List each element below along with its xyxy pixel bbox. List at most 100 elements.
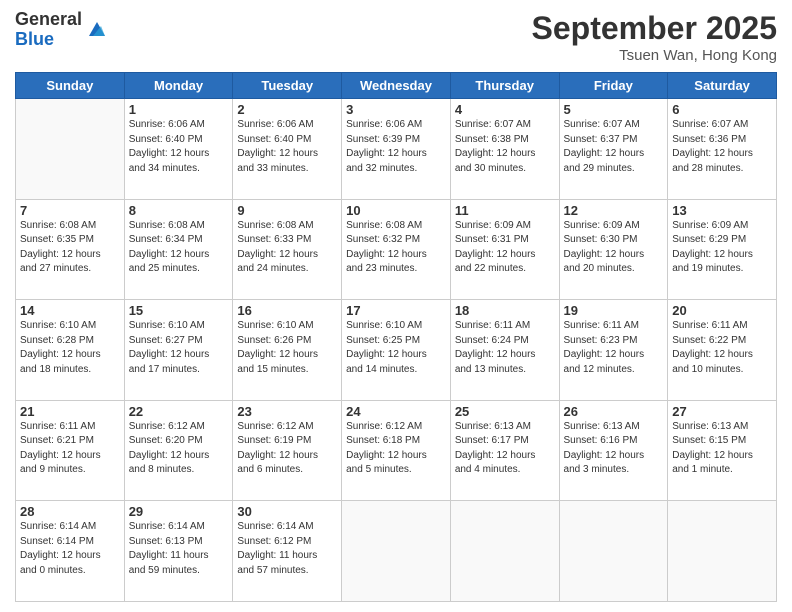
- location: Tsuen Wan, Hong Kong: [532, 47, 777, 64]
- day-number: 21: [20, 404, 120, 419]
- day-header: Thursday: [450, 73, 559, 99]
- calendar-cell: 20Sunrise: 6:11 AM Sunset: 6:22 PM Dayli…: [668, 300, 777, 401]
- day-info: Sunrise: 6:10 AM Sunset: 6:27 PM Dayligh…: [129, 319, 229, 377]
- day-number: 5: [564, 102, 664, 117]
- day-info: Sunrise: 6:07 AM Sunset: 6:38 PM Dayligh…: [455, 118, 555, 176]
- calendar-cell: [668, 501, 777, 602]
- calendar-cell: 15Sunrise: 6:10 AM Sunset: 6:27 PM Dayli…: [124, 300, 233, 401]
- day-info: Sunrise: 6:09 AM Sunset: 6:29 PM Dayligh…: [672, 219, 772, 277]
- day-number: 19: [564, 303, 664, 318]
- day-info: Sunrise: 6:11 AM Sunset: 6:22 PM Dayligh…: [672, 319, 772, 377]
- day-number: 15: [129, 303, 229, 318]
- calendar-cell: 27Sunrise: 6:13 AM Sunset: 6:15 PM Dayli…: [668, 400, 777, 501]
- day-info: Sunrise: 6:08 AM Sunset: 6:35 PM Dayligh…: [20, 219, 120, 277]
- header: General Blue September 2025 Tsuen Wan, H…: [15, 10, 777, 64]
- day-number: 28: [20, 504, 120, 519]
- day-header: Friday: [559, 73, 668, 99]
- day-info: Sunrise: 6:13 AM Sunset: 6:16 PM Dayligh…: [564, 420, 664, 478]
- calendar-cell: 30Sunrise: 6:14 AM Sunset: 6:12 PM Dayli…: [233, 501, 342, 602]
- day-info: Sunrise: 6:10 AM Sunset: 6:28 PM Dayligh…: [20, 319, 120, 377]
- calendar-week-row: 1 Sunrise: 6:06 AM Sunset: 6:40 PM Daylig…: [16, 99, 777, 200]
- calendar-cell: 25Sunrise: 6:13 AM Sunset: 6:17 PM Dayli…: [450, 400, 559, 501]
- day-info: Sunrise: 6:10 AM Sunset: 6:25 PM Dayligh…: [346, 319, 446, 377]
- calendar-table: SundayMondayTuesdayWednesdayThursdayFrid…: [15, 72, 777, 602]
- logo-icon: [85, 18, 109, 42]
- day-number: 23: [237, 404, 337, 419]
- day-number: 16: [237, 303, 337, 318]
- day-number: 18: [455, 303, 555, 318]
- day-number: 12: [564, 203, 664, 218]
- calendar-cell: 22Sunrise: 6:12 AM Sunset: 6:20 PM Dayli…: [124, 400, 233, 501]
- calendar-header-row: SundayMondayTuesdayWednesdayThursdayFrid…: [16, 73, 777, 99]
- day-number: 22: [129, 404, 229, 419]
- calendar-cell: 14Sunrise: 6:10 AM Sunset: 6:28 PM Dayli…: [16, 300, 125, 401]
- logo: General Blue: [15, 10, 109, 50]
- calendar-cell: 26Sunrise: 6:13 AM Sunset: 6:16 PM Dayli…: [559, 400, 668, 501]
- day-info: Sunrise: 6:11 AM Sunset: 6:21 PM Dayligh…: [20, 420, 120, 478]
- day-number: 14: [20, 303, 120, 318]
- day-info: Sunrise: 6:08 AM Sunset: 6:34 PM Dayligh…: [129, 219, 229, 277]
- day-info: Sunrise: 6:10 AM Sunset: 6:26 PM Dayligh…: [237, 319, 337, 377]
- day-number: 30: [237, 504, 337, 519]
- calendar-cell: [559, 501, 668, 602]
- calendar-cell: 8Sunrise: 6:08 AM Sunset: 6:34 PM Daylig…: [124, 199, 233, 300]
- logo-blue: Blue: [15, 30, 82, 50]
- day-info: Sunrise: 6:12 AM Sunset: 6:20 PM Dayligh…: [129, 420, 229, 478]
- calendar-cell: 19Sunrise: 6:11 AM Sunset: 6:23 PM Dayli…: [559, 300, 668, 401]
- day-number: 9: [237, 203, 337, 218]
- calendar-cell: 24Sunrise: 6:12 AM Sunset: 6:18 PM Dayli…: [342, 400, 451, 501]
- calendar-cell: 3Sunrise: 6:06 AM Sunset: 6:39 PM Daylig…: [342, 99, 451, 200]
- calendar-cell: 21Sunrise: 6:11 AM Sunset: 6:21 PM Dayli…: [16, 400, 125, 501]
- day-info: Sunrise: 6:14 AM Sunset: 6:12 PM Dayligh…: [237, 520, 337, 578]
- calendar-week-row: 7Sunrise: 6:08 AM Sunset: 6:35 PM Daylig…: [16, 199, 777, 300]
- day-header: Sunday: [16, 73, 125, 99]
- calendar-cell: 2Sunrise: 6:06 AM Sunset: 6:40 PM Daylig…: [233, 99, 342, 200]
- day-number: 11: [455, 203, 555, 218]
- day-number: 25: [455, 404, 555, 419]
- day-info: Sunrise: 6:14 AM Sunset: 6:14 PM Dayligh…: [20, 520, 120, 578]
- calendar-cell: 12Sunrise: 6:09 AM Sunset: 6:30 PM Dayli…: [559, 199, 668, 300]
- calendar-cell: 18Sunrise: 6:11 AM Sunset: 6:24 PM Dayli…: [450, 300, 559, 401]
- month-title: September 2025: [532, 10, 777, 47]
- day-number: 2: [237, 102, 337, 117]
- day-number: 7: [20, 203, 120, 218]
- calendar-cell: 28Sunrise: 6:14 AM Sunset: 6:14 PM Dayli…: [16, 501, 125, 602]
- day-number: 4: [455, 102, 555, 117]
- day-info: Sunrise: 6:12 AM Sunset: 6:18 PM Dayligh…: [346, 420, 446, 478]
- day-info: Sunrise: 6:13 AM Sunset: 6:17 PM Dayligh…: [455, 420, 555, 478]
- day-header: Wednesday: [342, 73, 451, 99]
- calendar-cell: 4Sunrise: 6:07 AM Sunset: 6:38 PM Daylig…: [450, 99, 559, 200]
- day-number: 10: [346, 203, 446, 218]
- day-info: Sunrise: 6:09 AM Sunset: 6:31 PM Dayligh…: [455, 219, 555, 277]
- calendar-week-row: 28Sunrise: 6:14 AM Sunset: 6:14 PM Dayli…: [16, 501, 777, 602]
- day-info: Sunrise: 6:06 AM Sunset: 6:40 PM Dayligh…: [237, 118, 337, 176]
- calendar-cell: 10Sunrise: 6:08 AM Sunset: 6:32 PM Dayli…: [342, 199, 451, 300]
- calendar-cell: 6Sunrise: 6:07 AM Sunset: 6:36 PM Daylig…: [668, 99, 777, 200]
- calendar-cell: [342, 501, 451, 602]
- day-number: 13: [672, 203, 772, 218]
- calendar-cell: 1Sunrise: 6:06 AM Sunset: 6:40 PM Daylig…: [124, 99, 233, 200]
- calendar-cell: [450, 501, 559, 602]
- title-section: September 2025 Tsuen Wan, Hong Kong: [532, 10, 777, 64]
- day-info: Sunrise: 6:07 AM Sunset: 6:37 PM Dayligh…: [564, 118, 664, 176]
- day-number: 6: [672, 102, 772, 117]
- day-number: 1: [129, 102, 229, 117]
- day-info: Sunrise: 6:06 AM Sunset: 6:39 PM Dayligh…: [346, 118, 446, 176]
- day-info: Sunrise: 6:08 AM Sunset: 6:33 PM Dayligh…: [237, 219, 337, 277]
- day-info: Sunrise: 6:14 AM Sunset: 6:13 PM Dayligh…: [129, 520, 229, 578]
- calendar-cell: 29Sunrise: 6:14 AM Sunset: 6:13 PM Dayli…: [124, 501, 233, 602]
- calendar-week-row: 21Sunrise: 6:11 AM Sunset: 6:21 PM Dayli…: [16, 400, 777, 501]
- calendar-cell: 16Sunrise: 6:10 AM Sunset: 6:26 PM Dayli…: [233, 300, 342, 401]
- calendar-cell: 23Sunrise: 6:12 AM Sunset: 6:19 PM Dayli…: [233, 400, 342, 501]
- day-number: 3: [346, 102, 446, 117]
- day-info: Sunrise: 6:13 AM Sunset: 6:15 PM Dayligh…: [672, 420, 772, 478]
- day-number: 17: [346, 303, 446, 318]
- calendar-cell: 5Sunrise: 6:07 AM Sunset: 6:37 PM Daylig…: [559, 99, 668, 200]
- calendar-cell: 17Sunrise: 6:10 AM Sunset: 6:25 PM Dayli…: [342, 300, 451, 401]
- day-header: Tuesday: [233, 73, 342, 99]
- page: General Blue September 2025 Tsuen Wan, H…: [0, 0, 792, 612]
- calendar-cell: 9Sunrise: 6:08 AM Sunset: 6:33 PM Daylig…: [233, 199, 342, 300]
- calendar-cell: 7Sunrise: 6:08 AM Sunset: 6:35 PM Daylig…: [16, 199, 125, 300]
- logo-general: General: [15, 10, 82, 30]
- calendar-cell: [16, 99, 125, 200]
